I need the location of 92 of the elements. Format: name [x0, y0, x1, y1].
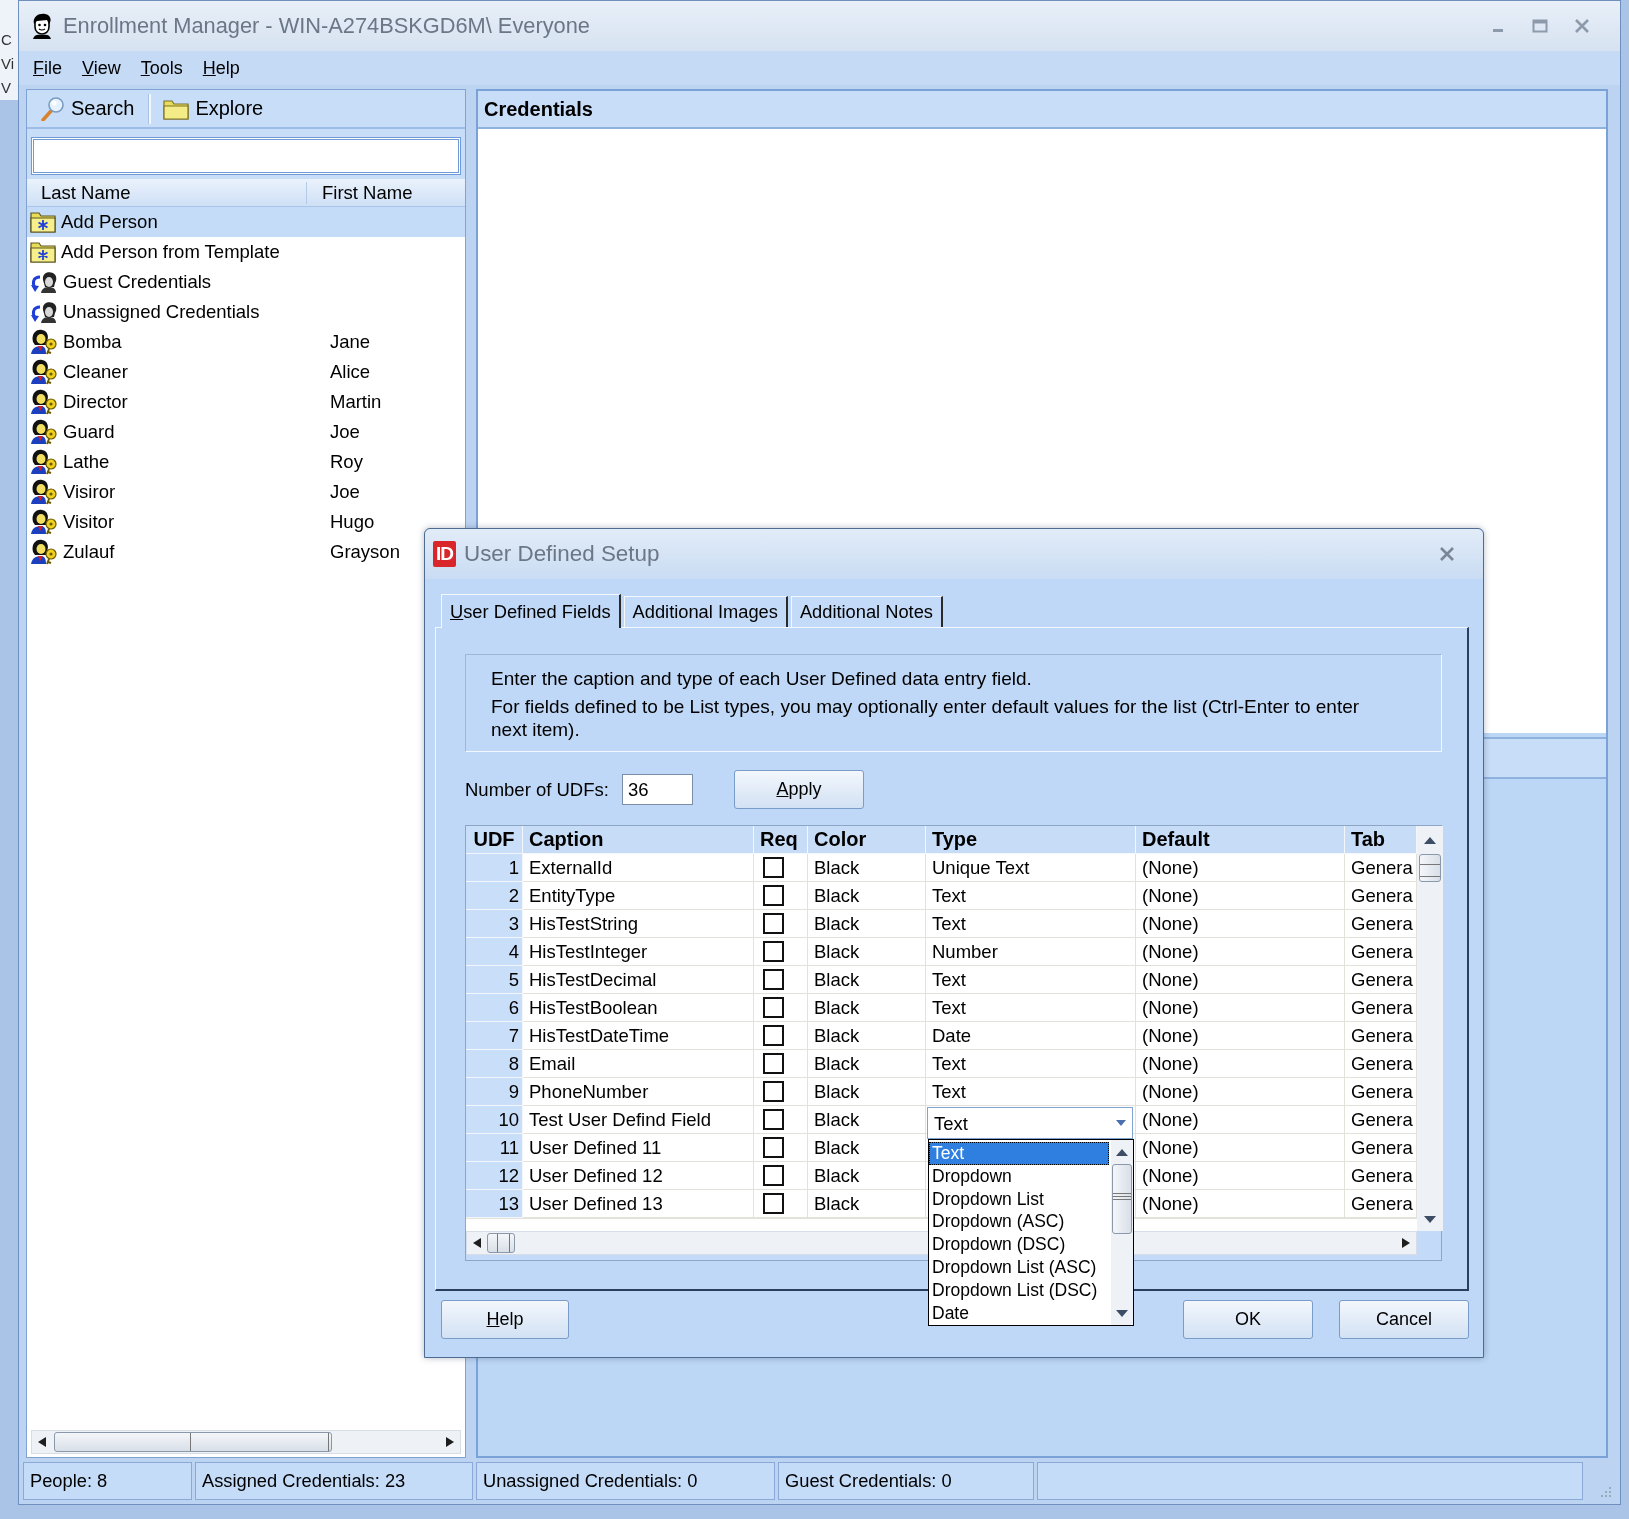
color-cell: Black	[808, 1050, 926, 1078]
type-cell: Text	[926, 994, 1136, 1022]
type-cell: Unique Text	[926, 854, 1136, 882]
default-cell: (None)	[1136, 1134, 1345, 1162]
last-name-text: Lathe	[62, 451, 111, 473]
row-number-cell: 8	[466, 1050, 523, 1078]
instruction-text: Enter the caption and type of each User Defined data entry field.	[491, 667, 1033, 690]
row-number-cell: 3	[466, 910, 523, 938]
last-name-text: Visiror	[62, 481, 117, 503]
default-cell: (None)	[1136, 1162, 1345, 1190]
color-cell: Black	[808, 1078, 926, 1106]
color-cell: Black	[808, 910, 926, 938]
caption-cell: HisTestDateTime	[523, 1022, 754, 1050]
instruction-text: For fields defined to be List types, you may optionally enter default values for the list (Ctrl-Enter to enter next item).	[491, 695, 1361, 741]
caption-cell: ExternalId	[523, 854, 754, 882]
field-label: Number of UDFs:	[465, 778, 609, 801]
type-cell: Text	[926, 966, 1136, 994]
caption-cell: HisTestDecimal	[523, 966, 754, 994]
first-name-text: Jane	[329, 331, 371, 353]
row-number-cell: 12	[466, 1162, 523, 1190]
dialog-title: User Defined Setup	[464, 541, 660, 567]
window-text: V	[0, 78, 12, 98]
type-cell: Text	[926, 1050, 1136, 1078]
last-name-text: Add Person from Template	[60, 241, 281, 263]
row-number-cell: 2	[466, 882, 523, 910]
status-panel: Guest Credentials: 0	[778, 1462, 1034, 1500]
first-name-text: Joe	[329, 481, 360, 503]
default-cell: (None)	[1136, 994, 1345, 1022]
color-cell: Black	[808, 1162, 926, 1190]
default-cell: (None)	[1136, 1050, 1345, 1078]
window-title: Enrollment Manager - WIN-A274BSKGD6M\ Everyone	[63, 13, 590, 39]
default-cell: (None)	[1136, 1078, 1345, 1106]
caption-cell: User Defined 11	[523, 1134, 754, 1162]
row-number-cell: 5	[466, 966, 523, 994]
type-cell: Text	[926, 1078, 1136, 1106]
type-cell: Text	[926, 882, 1136, 910]
color-cell: Black	[808, 1134, 926, 1162]
caption-cell: Test User Defind Field	[523, 1106, 754, 1134]
first-name-text: Grayson	[329, 541, 400, 563]
window-text: Vi	[0, 54, 16, 74]
last-name-text: Guest Credentials	[62, 271, 213, 293]
last-name-text: Cleaner	[62, 361, 129, 383]
color-cell: Black	[808, 938, 926, 966]
last-name-text: Bomba	[62, 331, 123, 353]
first-name-text: Alice	[329, 361, 371, 383]
row-number-cell: 11	[466, 1134, 523, 1162]
caption-cell: User Defined 12	[523, 1162, 754, 1190]
default-cell: (None)	[1136, 1106, 1345, 1134]
app-logo: ID	[433, 541, 456, 567]
color-cell: Black	[808, 882, 926, 910]
row-number-cell: 13	[466, 1190, 523, 1218]
default-cell: (None)	[1136, 1022, 1345, 1050]
color-cell: Black	[808, 854, 926, 882]
first-name-text: Hugo	[329, 511, 375, 533]
type-cell: Number	[926, 938, 1136, 966]
caption-cell: Email	[523, 1050, 754, 1078]
default-cell: (None)	[1136, 938, 1345, 966]
last-name-text: Guard	[62, 421, 116, 443]
caption-cell: HisTestInteger	[523, 938, 754, 966]
last-name-text: Visitor	[62, 511, 116, 533]
last-name-text: Zulauf	[62, 541, 116, 563]
color-cell: Black	[808, 966, 926, 994]
first-name-text: Roy	[329, 451, 363, 473]
last-name-text: Add Person	[60, 211, 159, 233]
row-number-cell: 1	[466, 854, 523, 882]
row-number-cell: 6	[466, 994, 523, 1022]
row-number-cell: 7	[466, 1022, 523, 1050]
first-name-text: Joe	[329, 421, 360, 443]
first-name-text: Martin	[329, 391, 382, 413]
panel-title: Credentials	[478, 91, 1606, 129]
status-panel: People: 8	[23, 1462, 192, 1500]
last-name-text: Unassigned Credentials	[62, 301, 261, 323]
status-panel: Unassigned Credentials: 0	[476, 1462, 775, 1500]
caption-cell: HisTestString	[523, 910, 754, 938]
default-cell: (None)	[1136, 910, 1345, 938]
color-cell: Black	[808, 994, 926, 1022]
row-number-cell: 9	[466, 1078, 523, 1106]
default-cell: (None)	[1136, 882, 1345, 910]
color-cell: Black	[808, 1022, 926, 1050]
caption-cell: EntityType	[523, 882, 754, 910]
color-cell: Black	[808, 1106, 926, 1134]
last-name-text: Director	[62, 391, 129, 413]
type-cell: Date	[926, 1022, 1136, 1050]
default-cell: (None)	[1136, 854, 1345, 882]
row-number-cell: 10	[466, 1106, 523, 1134]
row-number-cell: 4	[466, 938, 523, 966]
window-text: C	[0, 30, 13, 50]
type-cell: Text	[926, 910, 1136, 938]
default-cell: (None)	[1136, 966, 1345, 994]
caption-cell: PhoneNumber	[523, 1078, 754, 1106]
status-panel: Assigned Credentials: 23	[195, 1462, 473, 1500]
caption-cell: HisTestBoolean	[523, 994, 754, 1022]
